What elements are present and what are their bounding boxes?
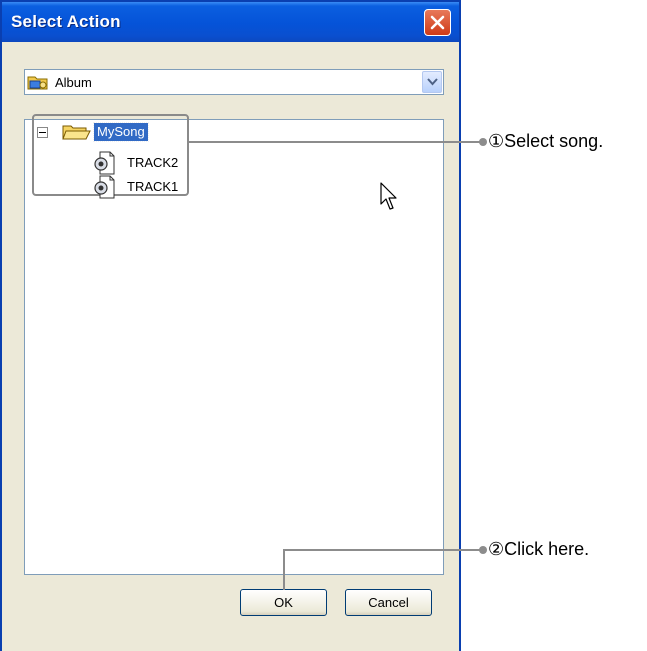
tree-node-mysong[interactable]: MySong [93,122,149,142]
callout-2-leader-horizontal [283,549,483,551]
track-label: TRACK1 [127,179,179,194]
view-select[interactable]: Album [24,69,444,95]
chevron-down-icon [427,78,438,86]
song-tree[interactable]: MySong TRACK2 TRACK1 [24,114,444,575]
collapse-toggle[interactable] [37,127,48,138]
mouse-cursor-icon [380,182,397,210]
view-select-value: Album [55,75,92,90]
cancel-button[interactable]: Cancel [345,589,432,616]
callout-1-leader [189,141,483,143]
title-bar[interactable]: Select Action [2,2,459,42]
ok-button[interactable]: OK [240,589,327,616]
callout-1-dot [479,138,487,146]
dialog-title: Select Action [11,12,121,31]
close-button[interactable] [424,9,451,36]
callout-2-dot [479,546,487,554]
folder-icon [62,125,91,140]
callout-2-leader-vertical [283,550,285,590]
callout-click-here: ②Click here. [488,539,590,559]
select-action-dialog: Select Action Album MySong TRACK2 TRACK1… [0,0,461,651]
dropdown-button[interactable] [422,71,442,93]
album-folder-icon [27,76,48,90]
callout-select-song: ①Select song. [488,131,604,151]
close-icon [430,15,445,30]
audio-file-icon [94,151,115,175]
track-label: TRACK2 [127,155,179,170]
audio-file-icon [94,175,115,199]
